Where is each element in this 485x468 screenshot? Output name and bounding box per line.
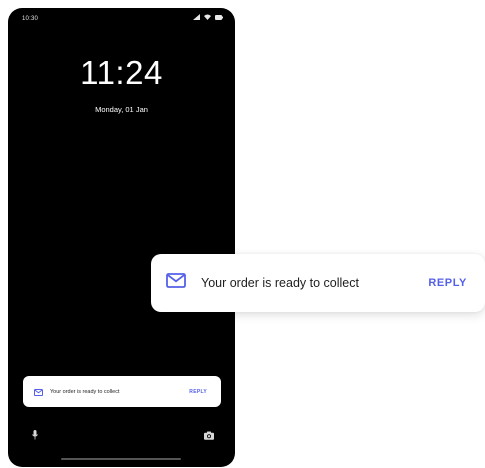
reply-button[interactable]: REPLY	[189, 389, 207, 395]
status-icons	[193, 14, 223, 20]
notification-message: Your order is ready to collect	[50, 388, 120, 395]
camera-icon[interactable]	[204, 427, 214, 445]
notification-card-enlarged[interactable]: Your order is ready to collect REPLY	[151, 254, 485, 312]
lock-clock: 11:24	[80, 54, 163, 91]
wifi-icon	[204, 14, 211, 20]
mic-icon[interactable]	[32, 427, 38, 445]
phone-lock-screen: 10:30 11:24 Monday, 01 Jan Your order is…	[8, 8, 235, 467]
reply-button[interactable]: REPLY	[428, 277, 467, 289]
signal-icon	[193, 14, 200, 20]
notification-message: Your order is ready to collect	[201, 276, 359, 290]
status-time: 10:30	[22, 16, 39, 22]
battery-icon	[215, 14, 223, 20]
home-indicator[interactable]	[61, 458, 181, 460]
mail-icon	[34, 383, 43, 401]
notification-card-small[interactable]: Your order is ready to collect REPLY	[23, 376, 221, 407]
lock-date: Monday, 01 Jan	[95, 105, 148, 114]
mail-icon	[166, 273, 186, 293]
status-bar: 10:30	[8, 8, 235, 28]
